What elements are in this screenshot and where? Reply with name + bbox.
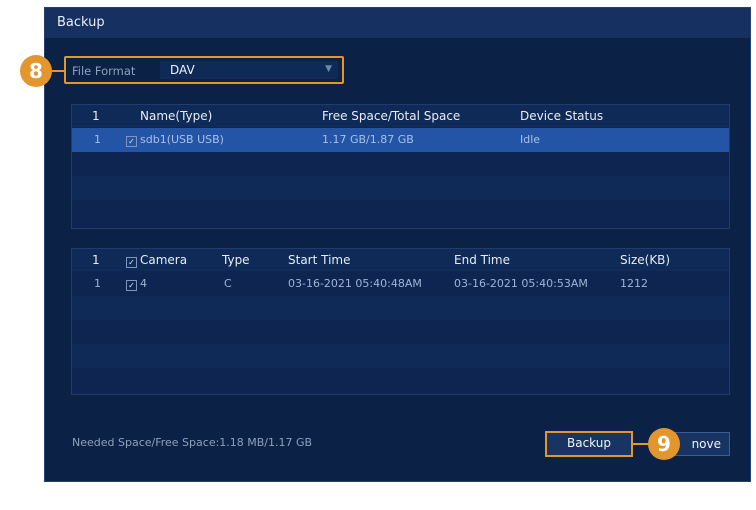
file-format-select[interactable]: DAV ▼ (160, 61, 338, 79)
step-9-connector (633, 443, 649, 445)
dialog-title: Backup (57, 15, 105, 30)
checkbox-checked[interactable]: ✓ (126, 136, 137, 147)
device-row-empty (72, 152, 729, 176)
file-row-camera: ✓ 4 (126, 277, 147, 291)
device-row-index: 1 (94, 133, 101, 146)
device-row[interactable]: 1 ✓ sdb1(USB USB) 1.17 GB/1.87 GB Idle (72, 128, 729, 152)
file-header-camera-text: Camera (140, 253, 188, 267)
file-row-empty (72, 320, 729, 344)
device-table: 1 Name(Type) Free Space/Total Space Devi… (71, 104, 730, 229)
file-table-header: 1 ✓ Camera Type Start Time End Time Size(… (72, 249, 729, 271)
chevron-down-icon: ▼ (325, 64, 332, 74)
device-row-space: 1.17 GB/1.87 GB (322, 133, 414, 146)
checkbox-checked[interactable]: ✓ (126, 280, 137, 291)
file-table: 1 ✓ Camera Type Start Time End Time Size(… (71, 248, 730, 395)
file-header-start[interactable]: Start Time (288, 253, 351, 267)
file-header-camera[interactable]: ✓ Camera (126, 253, 187, 268)
file-row-type: C (224, 277, 232, 290)
file-row-empty (72, 344, 729, 368)
device-row-name: ✓ sdb1(USB USB) (126, 133, 224, 147)
checkbox-checked[interactable]: ✓ (126, 257, 137, 268)
file-header-index: 1 (92, 253, 100, 267)
device-header-space[interactable]: Free Space/Total Space (322, 109, 460, 123)
device-header-name[interactable]: Name(Type) (140, 109, 212, 123)
file-format-row: File Format DAV ▼ (64, 56, 344, 84)
device-row-name-text: sdb1(USB USB) (140, 133, 224, 146)
file-row-empty (72, 368, 729, 392)
backup-button[interactable]: Backup (545, 431, 633, 457)
file-row-end: 03-16-2021 05:40:53AM (454, 277, 588, 290)
file-format-label: File Format (72, 64, 136, 78)
title-bar: Backup (45, 8, 750, 38)
device-table-header: 1 Name(Type) Free Space/Total Space Devi… (72, 105, 729, 127)
device-header-status[interactable]: Device Status (520, 109, 603, 123)
step-8-connector (52, 70, 64, 72)
file-row-start: 03-16-2021 05:40:48AM (288, 277, 422, 290)
device-row-empty (72, 176, 729, 200)
file-format-value: DAV (170, 63, 195, 77)
needed-space-text: Needed Space/Free Space:1.18 MB/1.17 GB (72, 436, 313, 449)
device-header-index: 1 (92, 109, 100, 123)
file-row-camera-text: 4 (140, 277, 147, 290)
step-8-badge: 8 (20, 55, 52, 87)
file-header-type[interactable]: Type (222, 253, 250, 267)
device-row-status: Idle (520, 133, 541, 146)
file-row[interactable]: 1 ✓ 4 C 03-16-2021 05:40:48AM 03-16-2021 … (72, 272, 729, 296)
file-row-size: 1212 (620, 277, 648, 290)
file-header-size[interactable]: Size(KB) (620, 253, 670, 267)
file-header-end[interactable]: End Time (454, 253, 510, 267)
file-row-index: 1 (94, 277, 101, 290)
step-9-badge: 9 (648, 428, 680, 460)
device-row-empty (72, 200, 729, 224)
file-row-empty (72, 296, 729, 320)
